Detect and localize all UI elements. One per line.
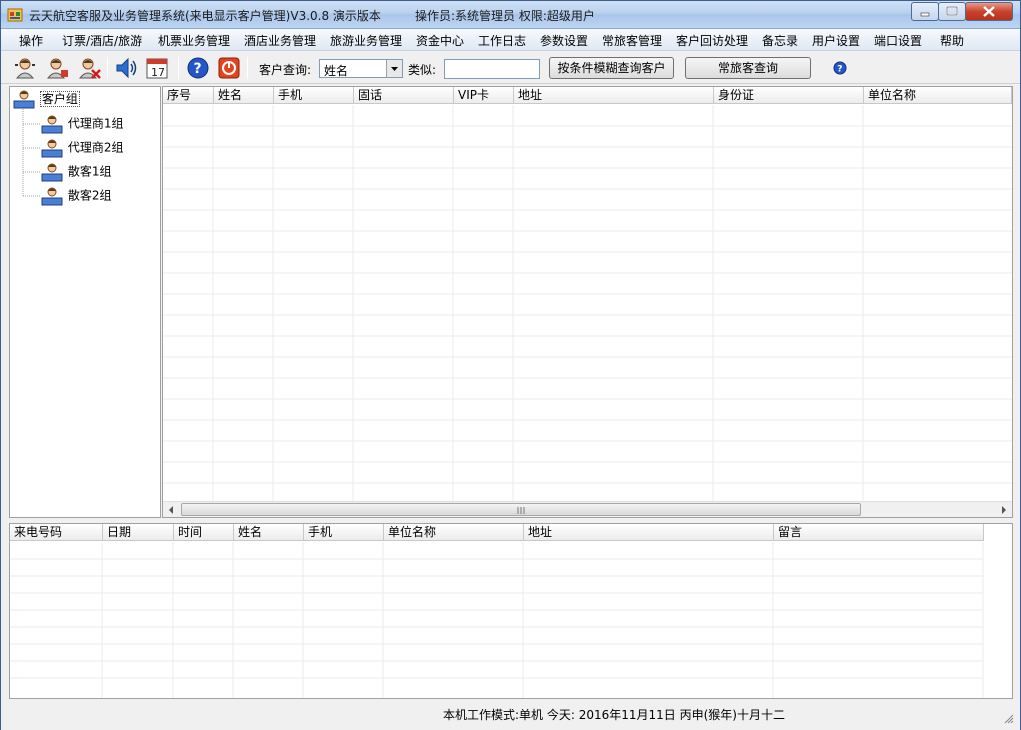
menu-bar: 操作 订票/酒店/旅游 机票业务管理 酒店业务管理 旅游业务管理 资金中心 工作…	[1, 29, 1020, 51]
close-icon	[983, 6, 995, 17]
calendar-icon[interactable]: 17	[144, 56, 170, 80]
user-edit-icon[interactable]	[44, 56, 70, 80]
customer-group-tree: 客户组 代理商1组 代理商2组 散客1组 散客2组	[9, 86, 161, 518]
tree-node-label: 散客1组	[67, 164, 112, 179]
maximize-button[interactable]	[938, 2, 966, 21]
menu-operate[interactable]: 操作	[19, 32, 43, 49]
column-header-caller-address[interactable]: 地址	[524, 524, 774, 541]
tree-node-label: 散客2组	[67, 188, 112, 203]
menu-user-settings[interactable]: 用户设置	[812, 32, 860, 49]
toolbar-separator	[107, 57, 108, 79]
column-header-phone[interactable]: 固话	[354, 87, 454, 104]
menu-port-settings[interactable]: 端口设置	[874, 32, 922, 49]
maximize-icon	[946, 6, 958, 16]
column-header-vip[interactable]: VIP卡	[454, 87, 514, 104]
column-header-caller-number[interactable]: 来电号码	[10, 524, 103, 541]
user-group-icon	[41, 163, 63, 182]
tree-node-agent2[interactable]: 代理商2组	[40, 138, 123, 158]
tree-root[interactable]: 客户组	[12, 89, 80, 109]
column-header-id-card[interactable]: 身份证	[714, 87, 864, 104]
close-button[interactable]	[965, 2, 1013, 21]
user-icon[interactable]	[12, 56, 38, 80]
user-group-icon	[41, 115, 63, 134]
resize-grip-icon[interactable]	[1004, 714, 1014, 724]
scroll-left-icon[interactable]	[166, 505, 176, 515]
help-small-icon[interactable]: ?	[833, 61, 847, 75]
column-header-company[interactable]: 单位名称	[864, 87, 1012, 104]
tree-node-retail2[interactable]: 散客2组	[40, 186, 111, 206]
menu-parameters[interactable]: 参数设置	[540, 32, 588, 49]
column-header-caller-company[interactable]: 单位名称	[384, 524, 524, 541]
menu-booking[interactable]: 订票/酒店/旅游	[62, 32, 142, 49]
toolbar-separator	[178, 57, 179, 79]
query-field-value: 姓名	[324, 64, 349, 78]
user-delete-icon[interactable]	[76, 56, 102, 80]
user-group-icon	[41, 187, 63, 206]
scrollbar-thumb[interactable]	[181, 503, 861, 516]
help-icon[interactable]: ?	[185, 56, 211, 80]
power-icon[interactable]	[216, 56, 242, 80]
like-label: 类似:	[408, 63, 437, 77]
operator-info: 操作员:系统管理员 权限:超级用户	[415, 9, 595, 23]
tree-node-label: 代理商2组	[67, 140, 124, 155]
tree-node-agent1[interactable]: 代理商1组	[40, 114, 123, 134]
menu-work-log[interactable]: 工作日志	[478, 32, 526, 49]
customer-table[interactable]: 序号 姓名 手机 固话 VIP卡 地址 身份证 单位名称	[162, 86, 1013, 518]
menu-help[interactable]: 帮助	[940, 32, 964, 49]
app-window: 云天航空客服及业务管理系统(来电显示客户管理)V3.0.8 演示版本 操作员:系…	[0, 0, 1021, 730]
column-header-address[interactable]: 地址	[514, 87, 714, 104]
customer-grid-lines	[163, 105, 1012, 502]
call-grid-lines	[10, 542, 984, 698]
column-header-message[interactable]: 留言	[774, 524, 984, 541]
toolbar-separator	[247, 57, 248, 79]
minimize-button[interactable]	[911, 2, 939, 21]
customer-query-label: 客户查询:	[259, 63, 312, 77]
app-icon	[7, 8, 23, 22]
query-field-select[interactable]: 姓名	[319, 59, 403, 78]
toolbar: 17 ? 客户查询: 姓名 类似: 按条件模糊查询客户 常旅客查询 ?	[1, 52, 1020, 84]
minimize-icon	[920, 12, 930, 17]
like-input[interactable]	[444, 59, 540, 79]
column-header-seq[interactable]: 序号	[163, 87, 214, 104]
scroll-right-icon[interactable]	[999, 505, 1009, 515]
chevron-down-icon[interactable]	[386, 60, 402, 77]
window-title: 云天航空客服及业务管理系统(来电显示客户管理)V3.0.8 演示版本	[29, 9, 381, 23]
speaker-icon[interactable]	[113, 56, 139, 80]
call-log-table[interactable]: 来电号码 日期 时间 姓名 手机 单位名称 地址 留言	[9, 523, 1013, 699]
column-header-caller-name[interactable]: 姓名	[234, 524, 304, 541]
tree-root-label: 客户组	[39, 90, 80, 107]
fuzzy-query-button[interactable]: 按条件模糊查询客户	[549, 57, 674, 79]
horizontal-scrollbar[interactable]	[163, 501, 1012, 517]
menu-hotel-business[interactable]: 酒店业务管理	[244, 32, 316, 49]
menu-memo[interactable]: 备忘录	[762, 32, 798, 49]
svg-text:17: 17	[151, 66, 165, 79]
svg-text:?: ?	[194, 61, 202, 77]
user-group-icon	[41, 139, 63, 158]
menu-funds-center[interactable]: 资金中心	[416, 32, 464, 49]
menu-flight-business[interactable]: 机票业务管理	[158, 32, 230, 49]
column-header-time[interactable]: 时间	[174, 524, 234, 541]
title-bar: 云天航空客服及业务管理系统(来电显示客户管理)V3.0.8 演示版本 操作员:系…	[1, 1, 1020, 29]
tree-node-label: 代理商1组	[67, 116, 124, 131]
status-text: 本机工作模式:单机 今天: 2016年11月11日 丙申(猴年)十月十二	[443, 708, 785, 722]
column-header-name[interactable]: 姓名	[214, 87, 274, 104]
column-header-mobile[interactable]: 手机	[274, 87, 354, 104]
column-header-date[interactable]: 日期	[103, 524, 174, 541]
menu-frequent-traveler[interactable]: 常旅客管理	[602, 32, 662, 49]
grip-icon	[517, 507, 525, 514]
svg-text:?: ?	[837, 65, 842, 75]
tree-node-retail1[interactable]: 散客1组	[40, 162, 111, 182]
user-group-icon	[13, 90, 35, 109]
menu-travel-business[interactable]: 旅游业务管理	[330, 32, 402, 49]
column-header-caller-mobile[interactable]: 手机	[304, 524, 384, 541]
frequent-traveler-query-button[interactable]: 常旅客查询	[685, 57, 811, 79]
menu-customer-revisit[interactable]: 客户回访处理	[676, 32, 748, 49]
status-bar: 本机工作模式:单机 今天: 2016年11月11日 丙申(猴年)十月十二	[1, 702, 1020, 730]
